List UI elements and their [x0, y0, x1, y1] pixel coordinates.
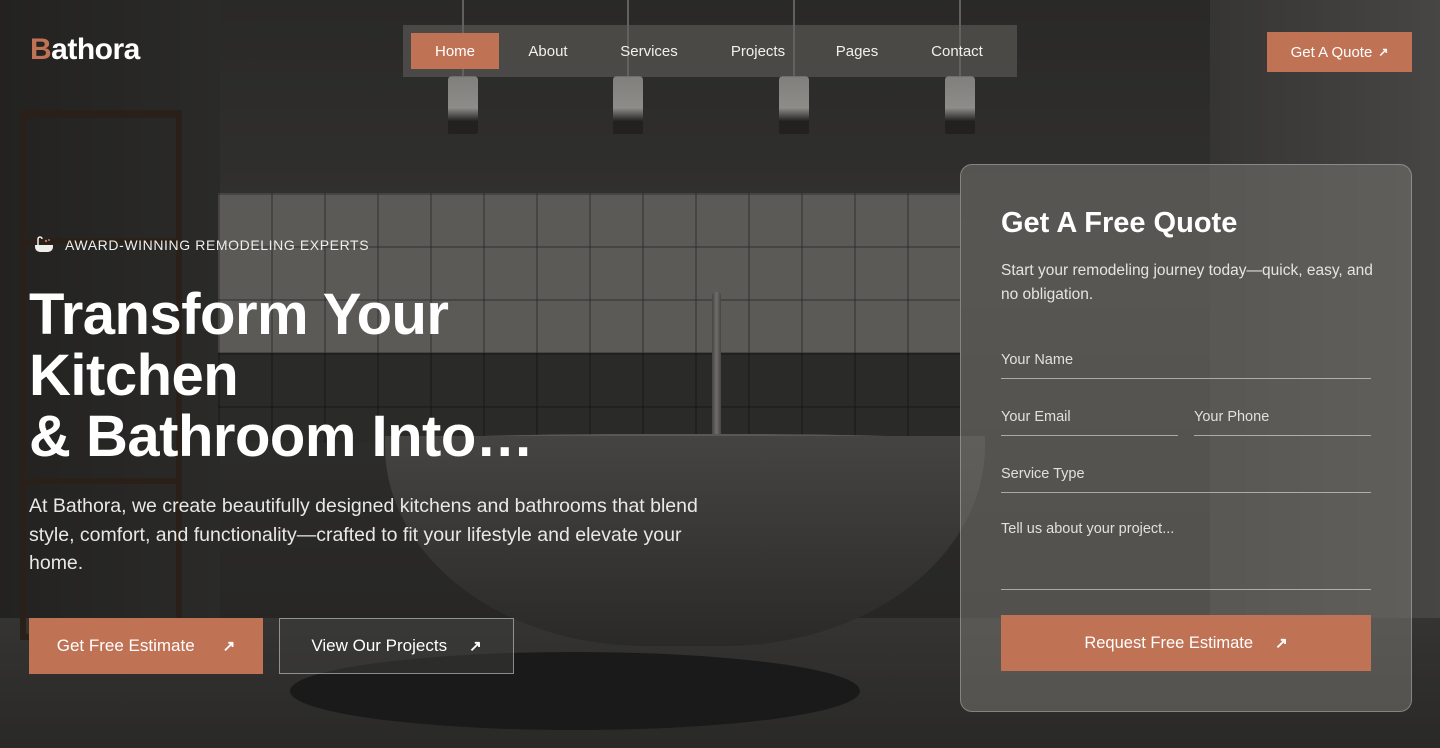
- quote-form-card: Get A Free Quote Start your remodeling j…: [960, 164, 1412, 712]
- view-our-projects-label: View Our Projects: [311, 636, 448, 655]
- nav-item-home[interactable]: Home: [411, 33, 499, 69]
- hero-title: Transform Your Kitchen & Bathroom Into…: [29, 284, 629, 467]
- message-field-wrapper: [1001, 511, 1371, 590]
- badge-text: AWARD-WINNING REMODELING EXPERTS: [65, 237, 370, 253]
- service-type-input[interactable]: [1001, 455, 1371, 492]
- quote-form-title: Get A Free Quote: [1001, 207, 1238, 239]
- nav-item-services[interactable]: Services: [597, 33, 701, 69]
- phone-field-wrapper: [1194, 398, 1371, 436]
- nav-item-about[interactable]: About: [499, 33, 597, 69]
- nav-item-contact[interactable]: Contact: [899, 33, 1015, 69]
- project-details-textarea[interactable]: [1001, 511, 1371, 589]
- request-free-estimate-label: Request Free Estimate: [1084, 633, 1254, 652]
- arrow-up-right-icon: ↗: [469, 638, 482, 655]
- hero-description: At Bathora, we create beautifully design…: [29, 495, 698, 574]
- get-free-estimate-button[interactable]: Get Free Estimate ↗: [29, 618, 263, 674]
- request-free-estimate-button[interactable]: Request Free Estimate ↗: [1001, 615, 1371, 671]
- nav-item-projects[interactable]: Projects: [701, 33, 815, 69]
- name-field-wrapper: [1001, 341, 1371, 379]
- service-field-wrapper: [1001, 455, 1371, 493]
- phone-input[interactable]: [1194, 398, 1371, 435]
- get-a-quote-label: Get A Quote: [1290, 43, 1373, 61]
- hero-title-line: Transform Your: [29, 282, 449, 347]
- name-input[interactable]: [1001, 341, 1371, 378]
- brand-logo[interactable]: Bathora: [30, 33, 140, 67]
- get-a-quote-button[interactable]: Get A Quote ↗: [1267, 32, 1412, 72]
- view-our-projects-button[interactable]: View Our Projects ↗: [279, 618, 514, 674]
- hero-title-line: Kitchen: [29, 343, 239, 408]
- main-nav: Home About Services Projects Pages Conta…: [403, 25, 1017, 77]
- email-field-wrapper: [1001, 398, 1178, 436]
- arrow-up-right-icon: ↗: [1378, 45, 1389, 59]
- bathtub-icon: [35, 236, 53, 252]
- arrow-up-right-icon: ↗: [222, 638, 236, 655]
- nav-item-pages[interactable]: Pages: [815, 33, 899, 69]
- hero-badge: AWARD-WINNING REMODELING EXPERTS: [33, 236, 369, 254]
- hero-title-line: & Bathroom Into…: [29, 404, 534, 469]
- logo-wordmark: athora: [51, 33, 140, 66]
- quote-form-subtitle: Start your remodeling journey today—quic…: [1001, 262, 1373, 303]
- logo-initial: B: [30, 33, 52, 66]
- email-input[interactable]: [1001, 398, 1178, 435]
- get-free-estimate-label: Get Free Estimate: [56, 636, 195, 655]
- arrow-up-right-icon: ↗: [1275, 635, 1288, 652]
